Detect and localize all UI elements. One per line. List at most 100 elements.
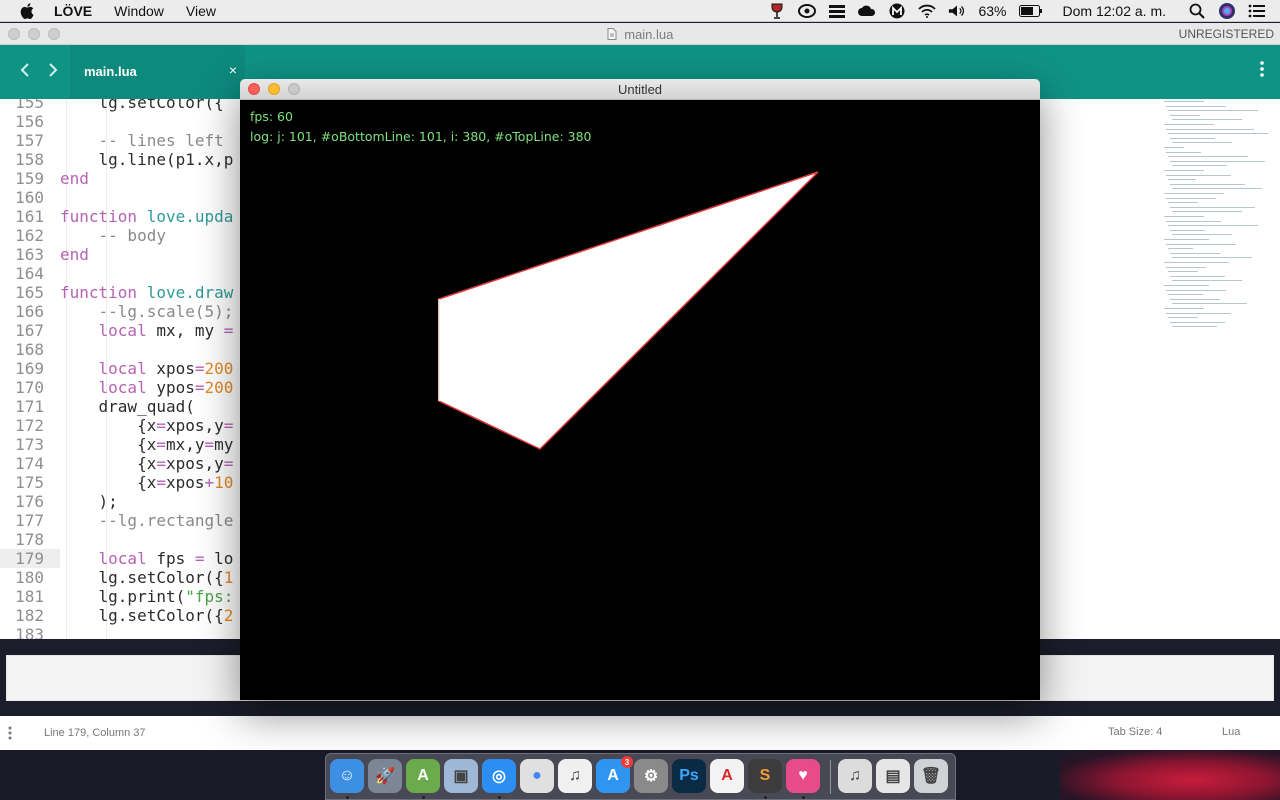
code-token: + — [204, 473, 215, 492]
cloud-sync-icon[interactable] — [858, 3, 876, 19]
line-number: 173 — [15, 435, 44, 454]
notification-center-icon[interactable] — [1248, 3, 1266, 19]
tab-main-lua[interactable]: main.lua × — [70, 45, 245, 99]
creative-cloud-icon[interactable] — [798, 3, 817, 19]
minimap-line — [1166, 289, 1226, 291]
siri-icon[interactable] — [1218, 3, 1236, 19]
safari-icon[interactable]: ◎ — [482, 759, 516, 793]
code-token: = — [156, 435, 166, 454]
sublime-text-icon[interactable]: S — [748, 759, 782, 793]
line-number: 182 — [15, 606, 44, 625]
line-number: 161 — [15, 207, 44, 226]
volume-icon[interactable] — [948, 3, 966, 19]
finder-icon[interactable]: ☺ — [330, 759, 364, 793]
code-token: = — [156, 473, 166, 492]
chrome-icon[interactable]: ● — [520, 759, 554, 793]
cursor-position[interactable]: Line 179, Column 37 — [44, 727, 146, 739]
forward-arrow-icon[interactable] — [48, 63, 58, 82]
code-token: love.upda — [146, 207, 234, 226]
dock-icon-glyph: Ps — [679, 767, 699, 784]
love-window[interactable]: Untitled fps: 60 log: j: 101, #oBottomLi… — [240, 79, 1040, 700]
virtualbox-icon[interactable]: ▣ — [444, 759, 478, 793]
spotlight-search-icon[interactable] — [1188, 3, 1206, 19]
minimap-line — [1164, 239, 1209, 240]
dock-icon-glyph: ♥ — [798, 767, 808, 784]
code-token: --lg.scale(5); — [98, 302, 234, 321]
panel-toggle-icon[interactable] — [8, 726, 12, 740]
line-number: 155 — [15, 99, 44, 112]
dock-icon-glyph: ▣ — [453, 768, 469, 785]
minimap-line — [1164, 308, 1204, 309]
line-number: 174 — [15, 454, 44, 473]
tab-size[interactable]: Tab Size: 4 — [1108, 726, 1162, 738]
menu-window[interactable]: Window — [114, 3, 164, 19]
menu-bar: LÖVE Window View 63% Dom 12:02 a. m. — [0, 0, 1280, 22]
minimap-line — [1170, 114, 1200, 116]
line-number: 180 — [15, 568, 44, 587]
itunes-icon[interactable]: ♫ — [558, 759, 592, 793]
minimap-line — [1170, 321, 1225, 323]
minimap-line — [1172, 119, 1242, 121]
minimap-line — [1166, 197, 1216, 199]
code-token: love.draw — [146, 283, 234, 302]
code-token: local — [98, 378, 147, 397]
more-options-icon[interactable] — [1260, 61, 1264, 77]
code-token: xpos,y — [165, 416, 224, 435]
minimap-line — [1170, 206, 1255, 208]
system-preferences-icon[interactable]: ⚙ — [634, 759, 668, 793]
music-folder-icon[interactable]: ♫ — [838, 759, 872, 793]
code-token: my — [214, 435, 234, 454]
line-content: draw_quad( — [60, 397, 195, 416]
syntax-language[interactable]: Lua — [1222, 726, 1240, 738]
minimap-line — [1166, 220, 1221, 222]
stack-icon[interactable] — [828, 3, 846, 19]
minimap-line — [1166, 243, 1236, 245]
menu-clock[interactable]: Dom 12:02 a. m. — [1063, 3, 1167, 19]
line-number: 158 — [15, 150, 44, 169]
minimap-line — [1168, 156, 1248, 158]
back-arrow-icon[interactable] — [20, 63, 30, 82]
minimap-line — [1166, 174, 1231, 176]
line-number: 175 — [15, 473, 44, 492]
menu-view[interactable]: View — [186, 3, 216, 19]
quad-shape — [438, 171, 819, 450]
app-store-icon[interactable]: A3 — [596, 756, 633, 793]
wifi-icon[interactable] — [918, 3, 937, 19]
code-token: -- body — [98, 226, 166, 245]
minimap-line — [1168, 110, 1258, 112]
launchpad-icon[interactable]: 🚀 — [368, 759, 402, 793]
unregistered-label: UNREGISTERED — [1178, 27, 1274, 41]
minimap-line — [1170, 160, 1265, 162]
line-content: local fps = lo — [60, 549, 234, 568]
game-canvas[interactable]: fps: 60 log: j: 101, #oBottomLine: 101, … — [240, 100, 1040, 700]
minimap[interactable] — [1164, 99, 1274, 339]
malwarebytes-icon[interactable] — [888, 3, 906, 19]
preview-icon[interactable]: ▤ — [876, 759, 910, 793]
android-studio-icon[interactable]: A — [406, 759, 440, 793]
line-number: 172 — [15, 416, 44, 435]
wine-glass-icon[interactable] — [768, 3, 786, 19]
line-number: 167 — [15, 321, 44, 340]
love-icon[interactable]: ♥ — [786, 759, 820, 793]
code-token: end — [60, 169, 89, 188]
tab-close-icon[interactable]: × — [229, 62, 237, 78]
code-token: function — [60, 207, 138, 226]
love-title-bar[interactable]: Untitled — [240, 79, 1040, 100]
battery-icon[interactable] — [1018, 3, 1043, 19]
photoshop-icon[interactable]: Ps — [672, 759, 706, 793]
dock-icon-glyph: ♫ — [569, 767, 581, 784]
dock-badge: 3 — [621, 756, 633, 768]
minimap-line — [1168, 202, 1198, 204]
trash-icon[interactable]: 🗑 — [914, 759, 948, 793]
line-number: 181 — [15, 587, 44, 606]
acrobat-icon[interactable]: A — [710, 759, 744, 793]
apple-icon[interactable] — [18, 2, 36, 20]
line-content: function love.draw — [60, 283, 233, 302]
wallpaper — [1060, 750, 1280, 800]
code-token: xpos,y — [165, 454, 224, 473]
line-number: 162 — [15, 226, 44, 245]
running-indicator — [498, 796, 501, 799]
line-number: 179 — [0, 549, 60, 568]
menu-app-name[interactable]: LÖVE — [54, 3, 92, 19]
minimap-line — [1172, 188, 1262, 190]
